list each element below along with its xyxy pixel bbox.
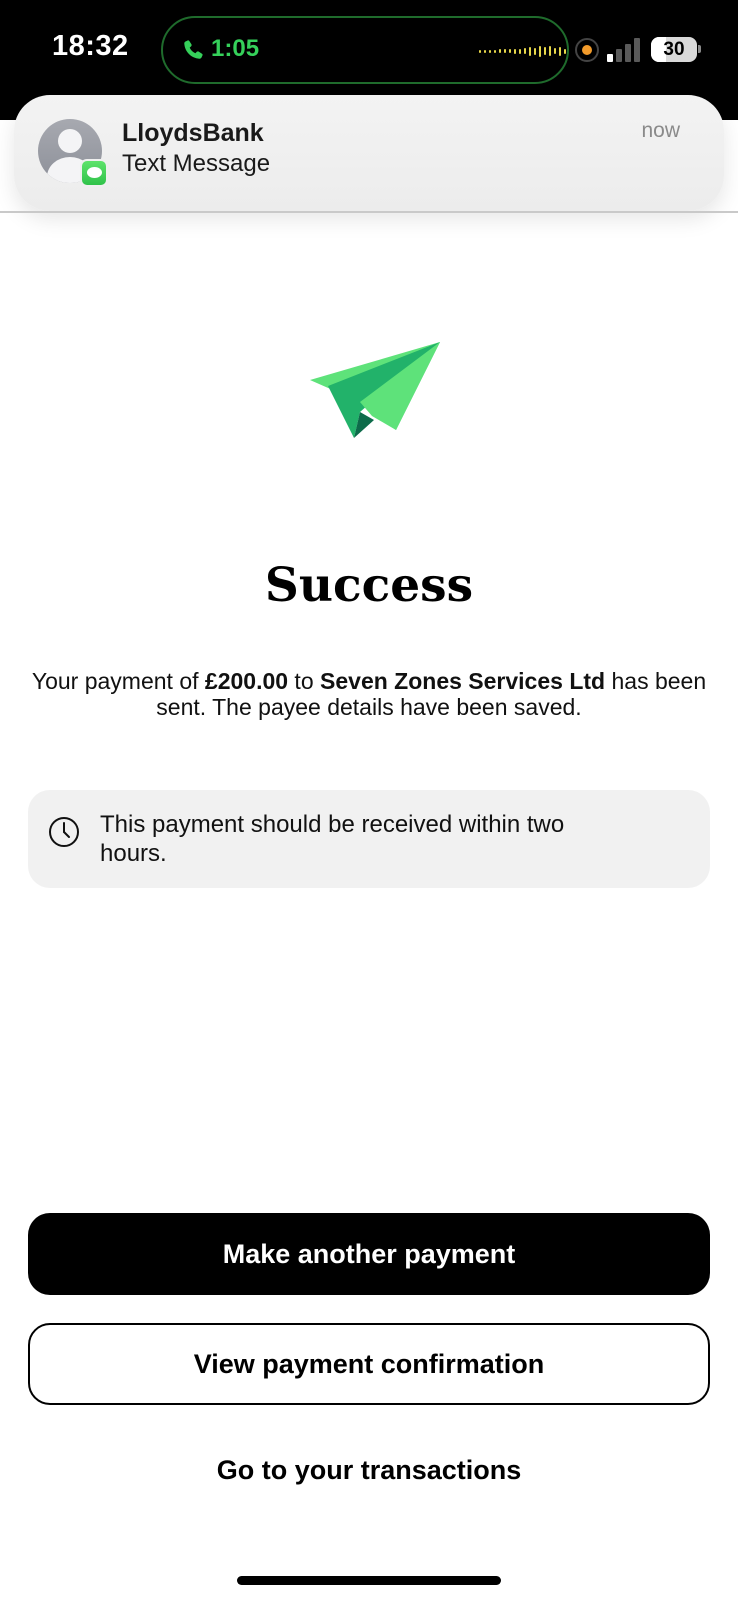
- header-divider: [0, 211, 738, 213]
- clock-icon: [49, 817, 79, 847]
- payment-amount: £200.00: [204, 668, 289, 694]
- phone-icon: [184, 40, 203, 59]
- page-title: Success: [264, 558, 474, 613]
- payment-confirmation-message: Your payment of £200.00 to Seven Zones S…: [31, 668, 707, 720]
- paper-plane-icon: [310, 342, 440, 438]
- go-to-transactions-link[interactable]: Go to your transactions: [0, 1455, 738, 1486]
- notification-time: now: [641, 119, 680, 142]
- audio-wave-icon: [479, 44, 566, 58]
- delivery-time-text: This payment should be received within t…: [100, 811, 565, 867]
- sms-notification-banner[interactable]: LloydsBank Text Message now: [14, 95, 724, 211]
- notification-sender: LloydsBank: [122, 119, 264, 147]
- recording-dot-icon: [575, 38, 599, 62]
- view-payment-confirmation-button[interactable]: View payment confirmation: [28, 1323, 710, 1405]
- status-time: 18:32: [52, 30, 129, 62]
- payee-name: Seven Zones Services Ltd: [320, 668, 606, 694]
- notification-subtitle: Text Message: [122, 150, 271, 177]
- home-indicator[interactable]: [237, 1576, 501, 1585]
- battery-icon: 30: [651, 37, 697, 62]
- active-call-pill[interactable]: 1:05: [161, 16, 569, 84]
- cellular-signal-icon: [607, 38, 640, 62]
- delivery-time-notice: This payment should be received within t…: [28, 790, 710, 888]
- make-another-payment-button[interactable]: Make another payment: [28, 1213, 710, 1295]
- battery-level: 30: [663, 39, 685, 60]
- call-timer: 1:05: [211, 35, 260, 62]
- messages-app-icon: [80, 159, 108, 187]
